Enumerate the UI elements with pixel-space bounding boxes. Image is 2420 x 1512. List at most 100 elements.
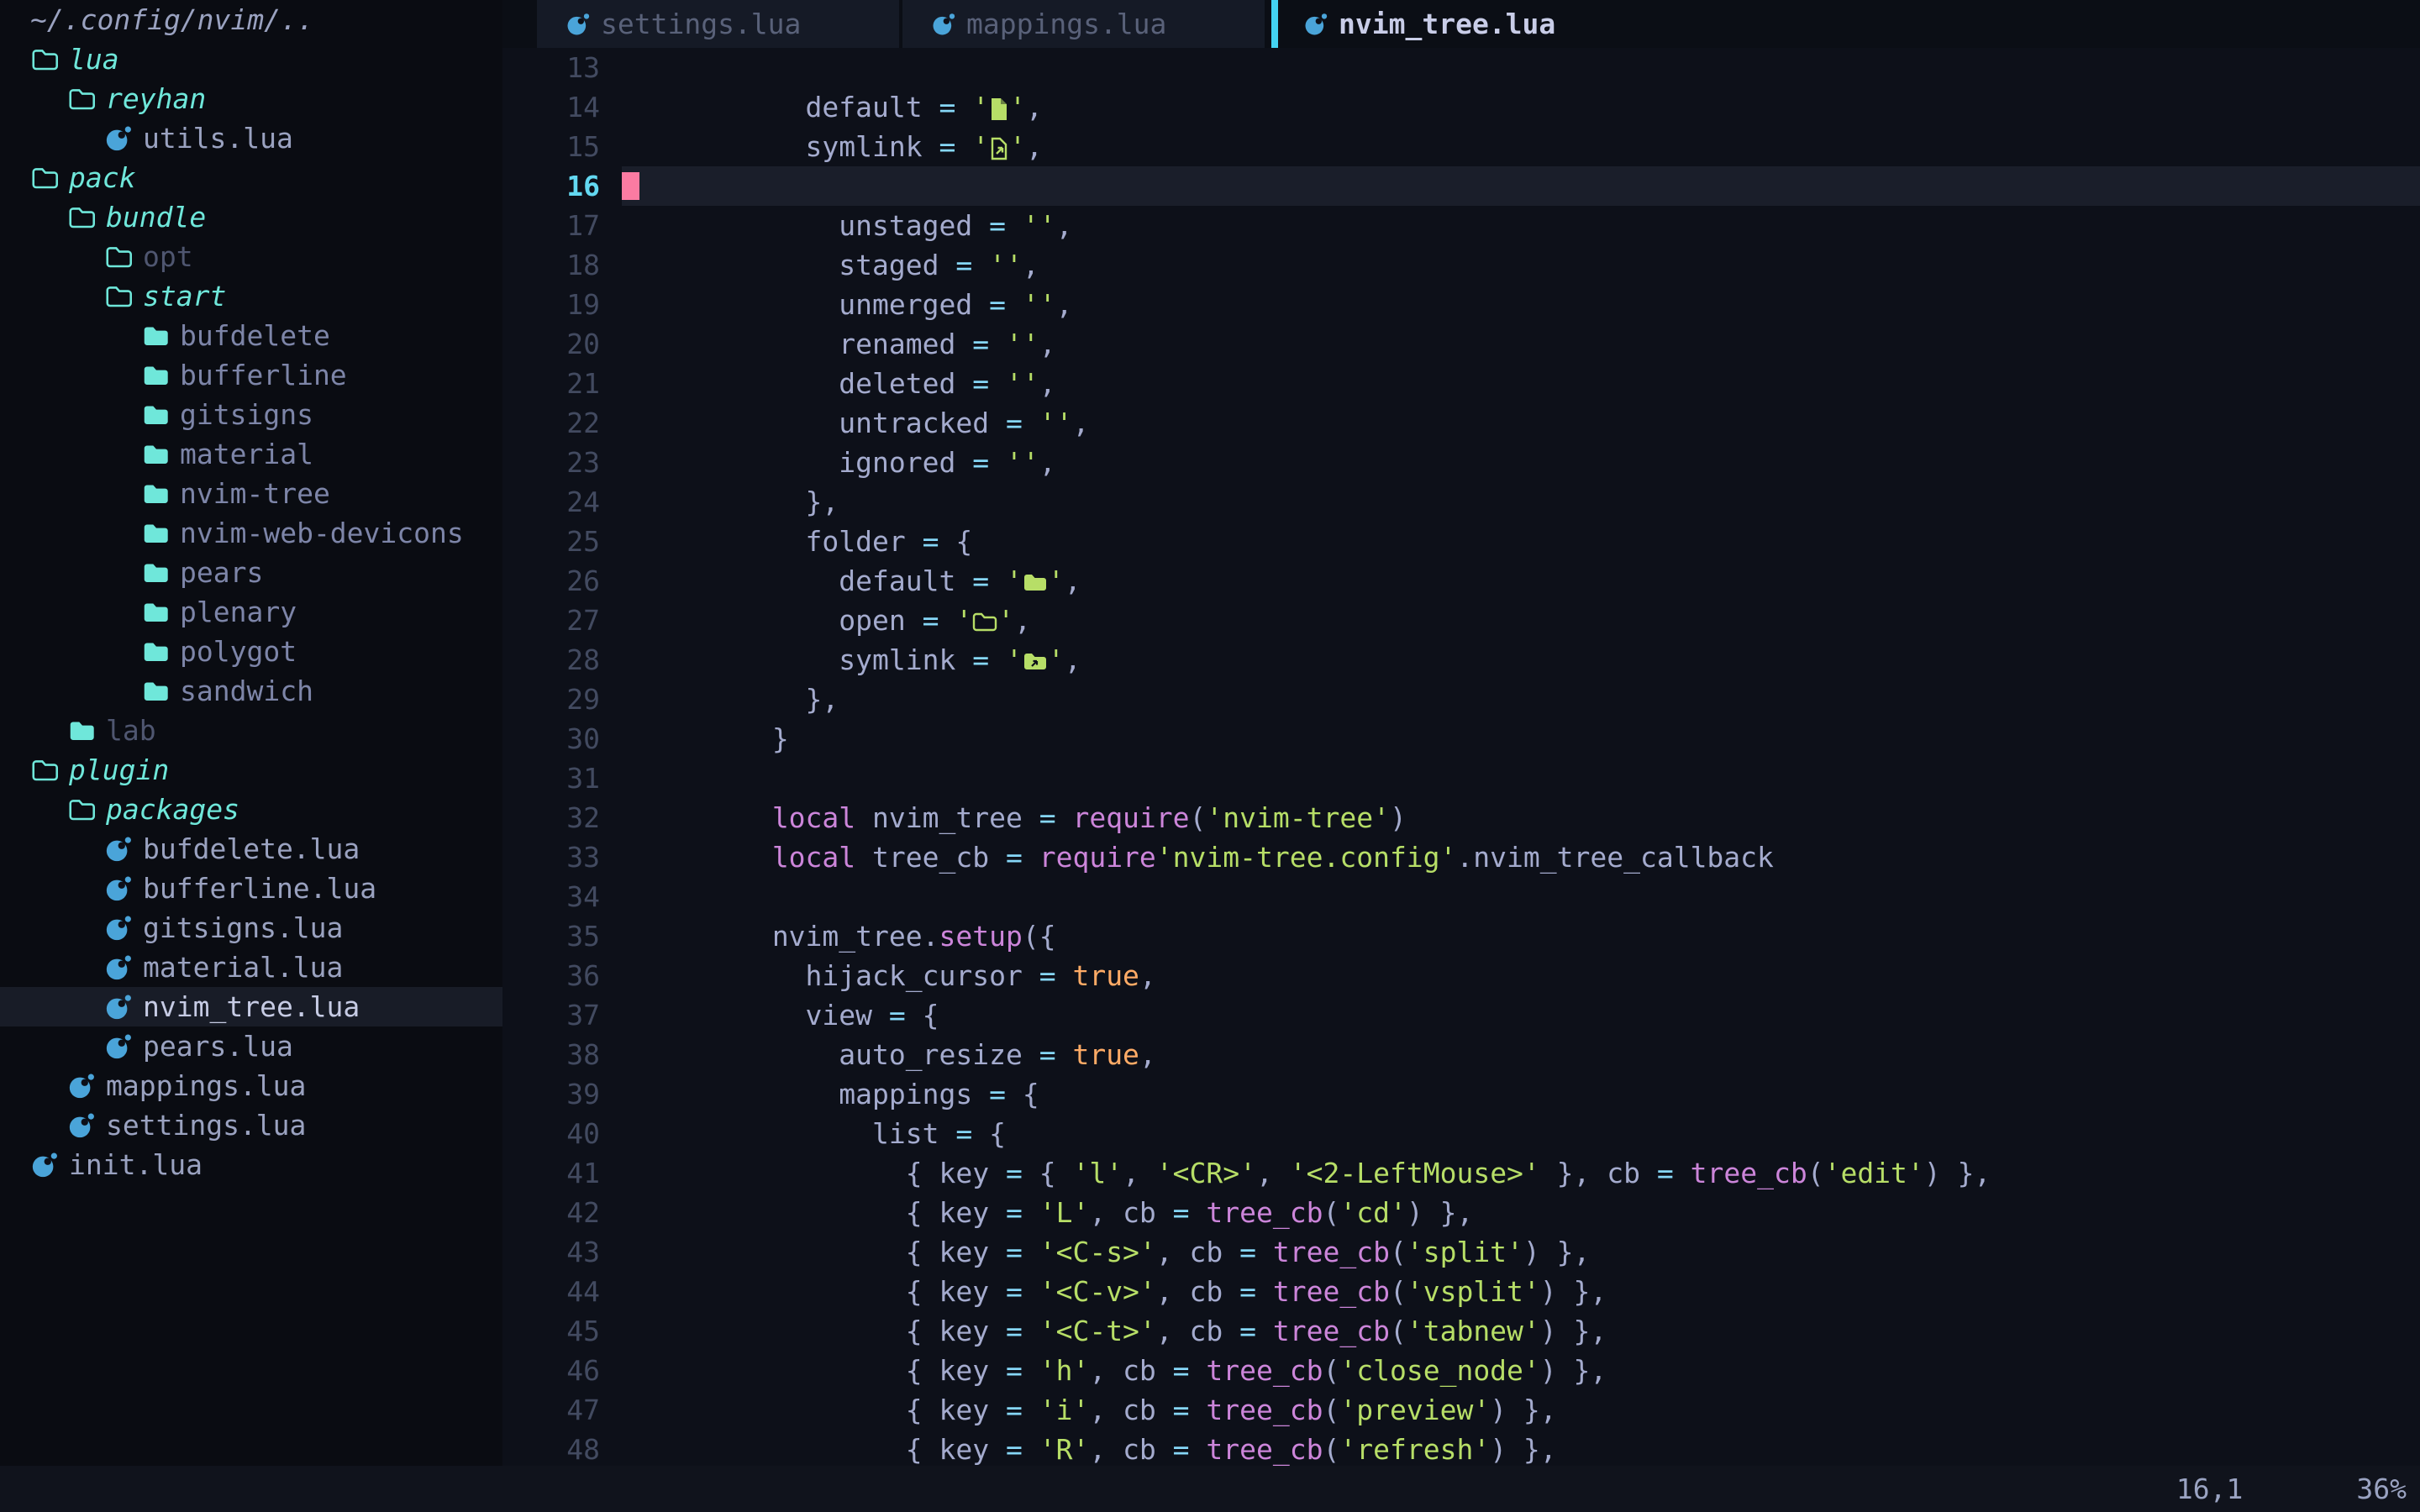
tree-item-pears-lua[interactable]: pears.lua (0, 1026, 502, 1066)
tree-item-settings-lua[interactable]: settings.lua (0, 1105, 502, 1145)
code-line-17[interactable]: 17 staged = '', (502, 206, 2420, 245)
line-number: 25 (502, 522, 622, 561)
tree-item-nvim-tree[interactable]: nvim-tree (0, 474, 502, 513)
tab-bar: settings.lua mappings.lua nvim_tree.lua (502, 0, 2420, 48)
folder-icon (141, 403, 170, 427)
tree-item-label: nvim-tree (180, 477, 330, 510)
code-line-22[interactable]: 22 ignored = '', (502, 403, 2420, 443)
code-line-47[interactable]: 47 { key = 'R', cb = tree_cb('refresh') … (502, 1390, 2420, 1430)
code-line-33[interactable]: 33 (502, 837, 2420, 877)
tree-item-label: bufferline (180, 359, 347, 391)
tree-item-lua[interactable]: lua (0, 39, 502, 79)
code-line-48[interactable]: 48 { key = 'c', cb = tree_cb('create') }… (502, 1430, 2420, 1466)
tab-settings-lua[interactable]: settings.lua (537, 0, 899, 48)
code-line-40[interactable]: 40 { key = { 'l', '<CR>', '<2-LeftMouse>… (502, 1114, 2420, 1153)
code-line-25[interactable]: 25 default = '', (502, 522, 2420, 561)
code-line-38[interactable]: 38 mappings = { (502, 1035, 2420, 1074)
tree-item-sandwich[interactable]: sandwich (0, 671, 502, 711)
tree-item-bundle[interactable]: bundle (0, 197, 502, 237)
code-line-44[interactable]: 44 { key = '<C-t>', cb = tree_cb('tabnew… (502, 1272, 2420, 1311)
lua-file-icon (104, 124, 133, 153)
code-line-20[interactable]: 20 deleted = '', (502, 324, 2420, 364)
code-text: { key = '<C-t>', cb = tree_cb('tabnew') … (622, 1272, 2420, 1311)
tree-item-gitsigns[interactable]: gitsigns (0, 395, 502, 434)
code-line-13[interactable]: 13 default = '', (502, 48, 2420, 87)
tree-item-polygot[interactable]: polygot (0, 632, 502, 671)
code-line-16[interactable]: 16 unstaged = '', (502, 166, 2420, 206)
line-number: 37 (502, 995, 622, 1035)
line-number: 44 (502, 1272, 622, 1311)
tab-label: mappings.lua (966, 8, 1166, 40)
line-number: 23 (502, 443, 622, 482)
code-line-32[interactable]: 32 local tree_cb = require'nvim-tree.con… (502, 798, 2420, 837)
tree-item-opt[interactable]: opt (0, 237, 502, 276)
code-text: git = { (622, 127, 2420, 166)
tree-item-label: bufdelete.lua (143, 832, 360, 865)
tree-item-utils-lua[interactable]: utils.lua (0, 118, 502, 158)
tree-item-label: gitsigns (180, 398, 313, 431)
line-number: 32 (502, 798, 622, 837)
line-number: 40 (502, 1114, 622, 1153)
code-text: unstaged = '', (622, 166, 2420, 206)
code-line-35[interactable]: 35 hijack_cursor = true, (502, 916, 2420, 956)
tree-item-reyhan[interactable]: reyhan (0, 79, 502, 118)
code-line-28[interactable]: 28 }, (502, 640, 2420, 680)
nvim-window: ~/.config/nvim/.. lua reyhan utils.lua p… (0, 0, 2420, 1512)
tree-item-nvim_tree-lua[interactable]: nvim_tree.lua (0, 987, 502, 1026)
line-number: 31 (502, 759, 622, 798)
code-line-45[interactable]: 45 { key = 'h', cb = tree_cb('close_node… (502, 1311, 2420, 1351)
code-line-41[interactable]: 41 { key = 'L', cb = tree_cb('cd') }, (502, 1153, 2420, 1193)
folder-open-icon (67, 206, 96, 229)
code-line-19[interactable]: 19 renamed = '', (502, 285, 2420, 324)
code-line-43[interactable]: 43 { key = '<C-v>', cb = tree_cb('vsplit… (502, 1232, 2420, 1272)
code-line-14[interactable]: 14 symlink = '', (502, 87, 2420, 127)
code-line-36[interactable]: 36 view = { (502, 956, 2420, 995)
explorer-root-path[interactable]: ~/.config/nvim/.. (0, 0, 502, 39)
code-line-27[interactable]: 27 symlink = '', (502, 601, 2420, 640)
tree-item-bufferline-lua[interactable]: bufferline.lua (0, 869, 502, 908)
tree-item-nvim-web-devicons[interactable]: nvim-web-devicons (0, 513, 502, 553)
code-line-24[interactable]: 24 folder = { (502, 482, 2420, 522)
tree-item-packages[interactable]: packages (0, 790, 502, 829)
lua-file-icon (104, 914, 133, 942)
line-number: 21 (502, 364, 622, 403)
code-line-37[interactable]: 37 auto_resize = true, (502, 995, 2420, 1035)
code-line-26[interactable]: 26 open = '', (502, 561, 2420, 601)
tree-item-mappings-lua[interactable]: mappings.lua (0, 1066, 502, 1105)
line-number: 43 (502, 1232, 622, 1272)
tree-item-plugin[interactable]: plugin (0, 750, 502, 790)
code-line-30[interactable]: 30 (502, 719, 2420, 759)
tree-item-label: lua (69, 43, 119, 76)
tree-item-label: reyhan (106, 82, 206, 115)
code-line-31[interactable]: 31 local nvim_tree = require('nvim-tree'… (502, 759, 2420, 798)
tab-nvim_tree-lua[interactable]: nvim_tree.lua (1278, 0, 1555, 48)
code-line-21[interactable]: 21 untracked = '', (502, 364, 2420, 403)
code-line-29[interactable]: 29 } (502, 680, 2420, 719)
code-line-18[interactable]: 18 unmerged = '', (502, 245, 2420, 285)
tree-item-bufdelete[interactable]: bufdelete (0, 316, 502, 355)
tab-mappings-lua[interactable]: mappings.lua (902, 0, 1265, 48)
tree-item-material-lua[interactable]: material.lua (0, 948, 502, 987)
tree-item-start[interactable]: start (0, 276, 502, 316)
tree-item-lab[interactable]: lab (0, 711, 502, 750)
code-line-39[interactable]: 39 list = { (502, 1074, 2420, 1114)
code-editor[interactable]: 13 default = '', 14 symlink = '', 15 git… (502, 48, 2420, 1466)
code-line-15[interactable]: 15 git = { (502, 127, 2420, 166)
tree-item-label: pears.lua (143, 1030, 293, 1063)
tree-item-bufferline[interactable]: bufferline (0, 355, 502, 395)
tree-item-label: material.lua (143, 951, 343, 984)
code-line-42[interactable]: 42 { key = '<C-s>', cb = tree_cb('split'… (502, 1193, 2420, 1232)
tree-item-gitsigns-lua[interactable]: gitsigns.lua (0, 908, 502, 948)
tree-item-pack[interactable]: pack (0, 158, 502, 197)
line-number: 24 (502, 482, 622, 522)
code-line-23[interactable]: 23 }, (502, 443, 2420, 482)
tree-item-material[interactable]: material (0, 434, 502, 474)
code-line-34[interactable]: 34 nvim_tree.setup({ (502, 877, 2420, 916)
code-line-46[interactable]: 46 { key = 'i', cb = tree_cb('preview') … (502, 1351, 2420, 1390)
tree-item-init-lua[interactable]: init.lua (0, 1145, 502, 1184)
tree-item-pears[interactable]: pears (0, 553, 502, 592)
tree-item-label: bundle (106, 201, 206, 234)
tree-item-bufdelete-lua[interactable]: bufdelete.lua (0, 829, 502, 869)
line-number: 22 (502, 403, 622, 443)
tree-item-plenary[interactable]: plenary (0, 592, 502, 632)
